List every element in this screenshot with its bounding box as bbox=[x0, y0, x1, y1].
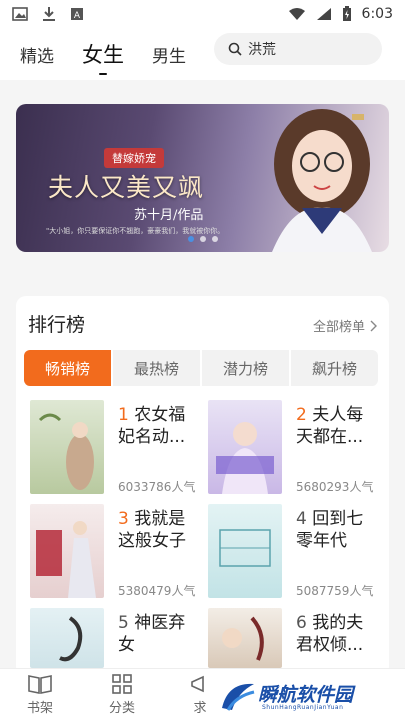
book-rank: 4 bbox=[296, 509, 307, 529]
cover-art bbox=[216, 422, 274, 494]
carousel-indicator bbox=[188, 236, 218, 242]
book-popularity: 5380479人气 bbox=[118, 584, 196, 598]
cover-art bbox=[38, 413, 94, 490]
book-item[interactable]: 3 我就是这般女子 5380479人气 bbox=[24, 504, 196, 600]
tab-bestseller[interactable]: 畅销榜 bbox=[24, 350, 111, 386]
nav-request-label: 求 bbox=[193, 701, 207, 716]
cover-art bbox=[219, 529, 271, 567]
book-rank: 1 bbox=[118, 405, 129, 425]
banner-author: 苏十月/作品 bbox=[134, 208, 204, 223]
megaphone-icon bbox=[191, 675, 204, 693]
cover-art bbox=[59, 616, 83, 662]
carousel-dot[interactable] bbox=[200, 236, 206, 242]
svg-text:A: A bbox=[74, 11, 81, 21]
nav-category-label: 分类 bbox=[108, 701, 135, 716]
wifi-icon bbox=[288, 8, 305, 20]
watermark-subtext: ShunHangRuanJianYuan bbox=[262, 704, 344, 711]
book-icon bbox=[28, 675, 52, 694]
status-bar: A 6:03 bbox=[0, 0, 405, 28]
book-title: 5 神医弃女 bbox=[118, 612, 194, 656]
book-item[interactable]: 1 农女福妃名动... 6033786人气 bbox=[24, 400, 196, 496]
tab-hottest[interactable]: 最热榜 bbox=[113, 350, 200, 386]
text-notification-icon: A bbox=[71, 8, 83, 21]
clock: 6:03 bbox=[361, 6, 393, 22]
tab-rising[interactable]: 飙升榜 bbox=[291, 350, 378, 386]
watermark-text: 瞬航软件园 bbox=[258, 684, 354, 706]
grid-icon bbox=[112, 674, 132, 694]
chevron-right-icon bbox=[370, 320, 377, 331]
tab-featured[interactable]: 精选 bbox=[20, 42, 54, 67]
signal-icon bbox=[316, 8, 331, 20]
book-title-text: 我的夫君权倾... bbox=[296, 613, 364, 655]
image-notification-icon bbox=[12, 7, 28, 21]
book-cover bbox=[208, 504, 282, 598]
book-item[interactable]: 4 回到七零年代 5087759人气 bbox=[202, 504, 374, 600]
download-notification-icon bbox=[43, 7, 55, 21]
top-nav: 精选 女生 男生 洪荒 bbox=[0, 28, 405, 80]
cover-art bbox=[36, 521, 96, 598]
book-rank: 3 bbox=[118, 509, 129, 529]
cover-art bbox=[222, 616, 264, 661]
book-popularity: 5087759人气 bbox=[296, 584, 374, 598]
book-rank: 5 bbox=[118, 613, 129, 633]
carousel-dot[interactable] bbox=[188, 236, 194, 242]
book-title: 1 农女福妃名动... bbox=[118, 404, 194, 448]
nav-bookshelf[interactable]: 书架 bbox=[10, 673, 70, 716]
ranking-panel: 排行榜 全部榜单 畅销榜 最热榜 潜力榜 飙升榜 1 农女福妃名动... 603… bbox=[16, 296, 389, 676]
book-title-text: 神医弃女 bbox=[118, 613, 186, 655]
nav-bookshelf-label: 书架 bbox=[26, 701, 53, 716]
book-title-text: 回到七零年代 bbox=[296, 509, 364, 551]
banner-quote: "大小姐，你只要保证你不翘跑，豪豪我们，我就被你你。 bbox=[46, 227, 225, 235]
book-cover bbox=[208, 400, 282, 494]
book-title: 6 我的夫君权倾... bbox=[296, 612, 372, 656]
book-rank: 6 bbox=[296, 613, 307, 633]
search-bar[interactable]: 洪荒 bbox=[214, 33, 382, 65]
tab-potential[interactable]: 潜力榜 bbox=[202, 350, 289, 386]
book-cover bbox=[30, 400, 104, 494]
book-title-text: 夫人每天都在... bbox=[296, 405, 364, 447]
book-popularity: 6033786人气 bbox=[118, 480, 196, 494]
banner-title: 夫人又美又飒 bbox=[48, 173, 205, 202]
tab-female[interactable]: 女生 bbox=[82, 39, 124, 75]
watermark-logo: 瞬航软件园 ShunHangRuanJianYuan bbox=[218, 676, 388, 716]
book-rank: 2 bbox=[296, 405, 307, 425]
book-title: 2 夫人每天都在... bbox=[296, 404, 372, 448]
banner-tag: 替嫁娇宠 bbox=[104, 148, 164, 168]
search-icon bbox=[228, 42, 242, 56]
book-cover bbox=[30, 608, 104, 668]
all-rankings-link[interactable]: 全部榜单 bbox=[313, 316, 377, 335]
nav-category[interactable]: 分类 bbox=[92, 673, 152, 716]
promo-banner[interactable]: 替嫁娇宠 夫人又美又飒 苏十月/作品 "大小姐，你只要保证你不翘跑，豪豪我们，我… bbox=[16, 104, 389, 252]
book-item[interactable]: 2 夫人每天都在... 5680293人气 bbox=[202, 400, 374, 496]
tab-male[interactable]: 男生 bbox=[152, 42, 186, 67]
watermark-emblem bbox=[222, 683, 255, 711]
book-title: 4 回到七零年代 bbox=[296, 508, 372, 552]
banner-illustration bbox=[272, 109, 372, 252]
ranking-tabs: 畅销榜 最热榜 潜力榜 飙升榜 bbox=[24, 350, 378, 386]
battery-icon bbox=[342, 6, 351, 21]
book-title-text: 农女福妃名动... bbox=[118, 405, 186, 447]
all-rankings-label: 全部榜单 bbox=[312, 320, 365, 335]
ranking-title: 排行榜 bbox=[28, 314, 86, 336]
book-title: 3 我就是这般女子 bbox=[118, 508, 194, 552]
book-title-text: 我就是这般女子 bbox=[118, 509, 186, 551]
search-keyword: 洪荒 bbox=[248, 42, 276, 58]
book-cover bbox=[30, 504, 104, 598]
book-popularity: 5680293人气 bbox=[296, 480, 374, 494]
carousel-dot[interactable] bbox=[212, 236, 218, 242]
book-cover bbox=[208, 608, 282, 668]
